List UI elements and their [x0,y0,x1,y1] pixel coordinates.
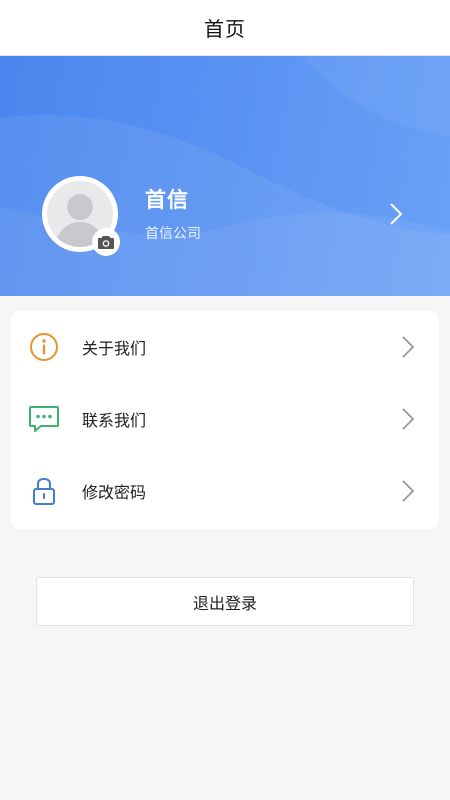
menu-item-contact-us[interactable]: 联系我们 [11,383,439,455]
logout-button[interactable]: 退出登录 [36,577,414,626]
camera-icon[interactable] [92,228,120,256]
profile-banner[interactable]: 首信 首信公司 [0,56,450,296]
menu-item-change-password[interactable]: 修改密码 [11,455,439,527]
user-name: 首信 [145,188,189,212]
menu-item-label: 联系我们 [82,411,147,430]
menu-item-about-us[interactable]: 关于我们 [11,311,439,383]
menu-card: 关于我们 联系我们 修改密码 [11,311,439,529]
info-icon [28,331,60,363]
chevron-right-icon [402,480,415,502]
lock-icon [28,475,60,507]
chevron-right-icon[interactable] [388,202,404,226]
top-bar: 首页 [0,0,450,56]
chevron-right-icon [402,408,415,430]
page-title: 首页 [204,17,246,41]
user-company: 首信公司 [145,226,201,242]
chevron-right-icon [402,336,415,358]
avatar[interactable] [42,176,120,256]
message-icon [28,403,60,435]
menu-item-label: 关于我们 [82,339,147,358]
menu-item-label: 修改密码 [82,483,147,502]
